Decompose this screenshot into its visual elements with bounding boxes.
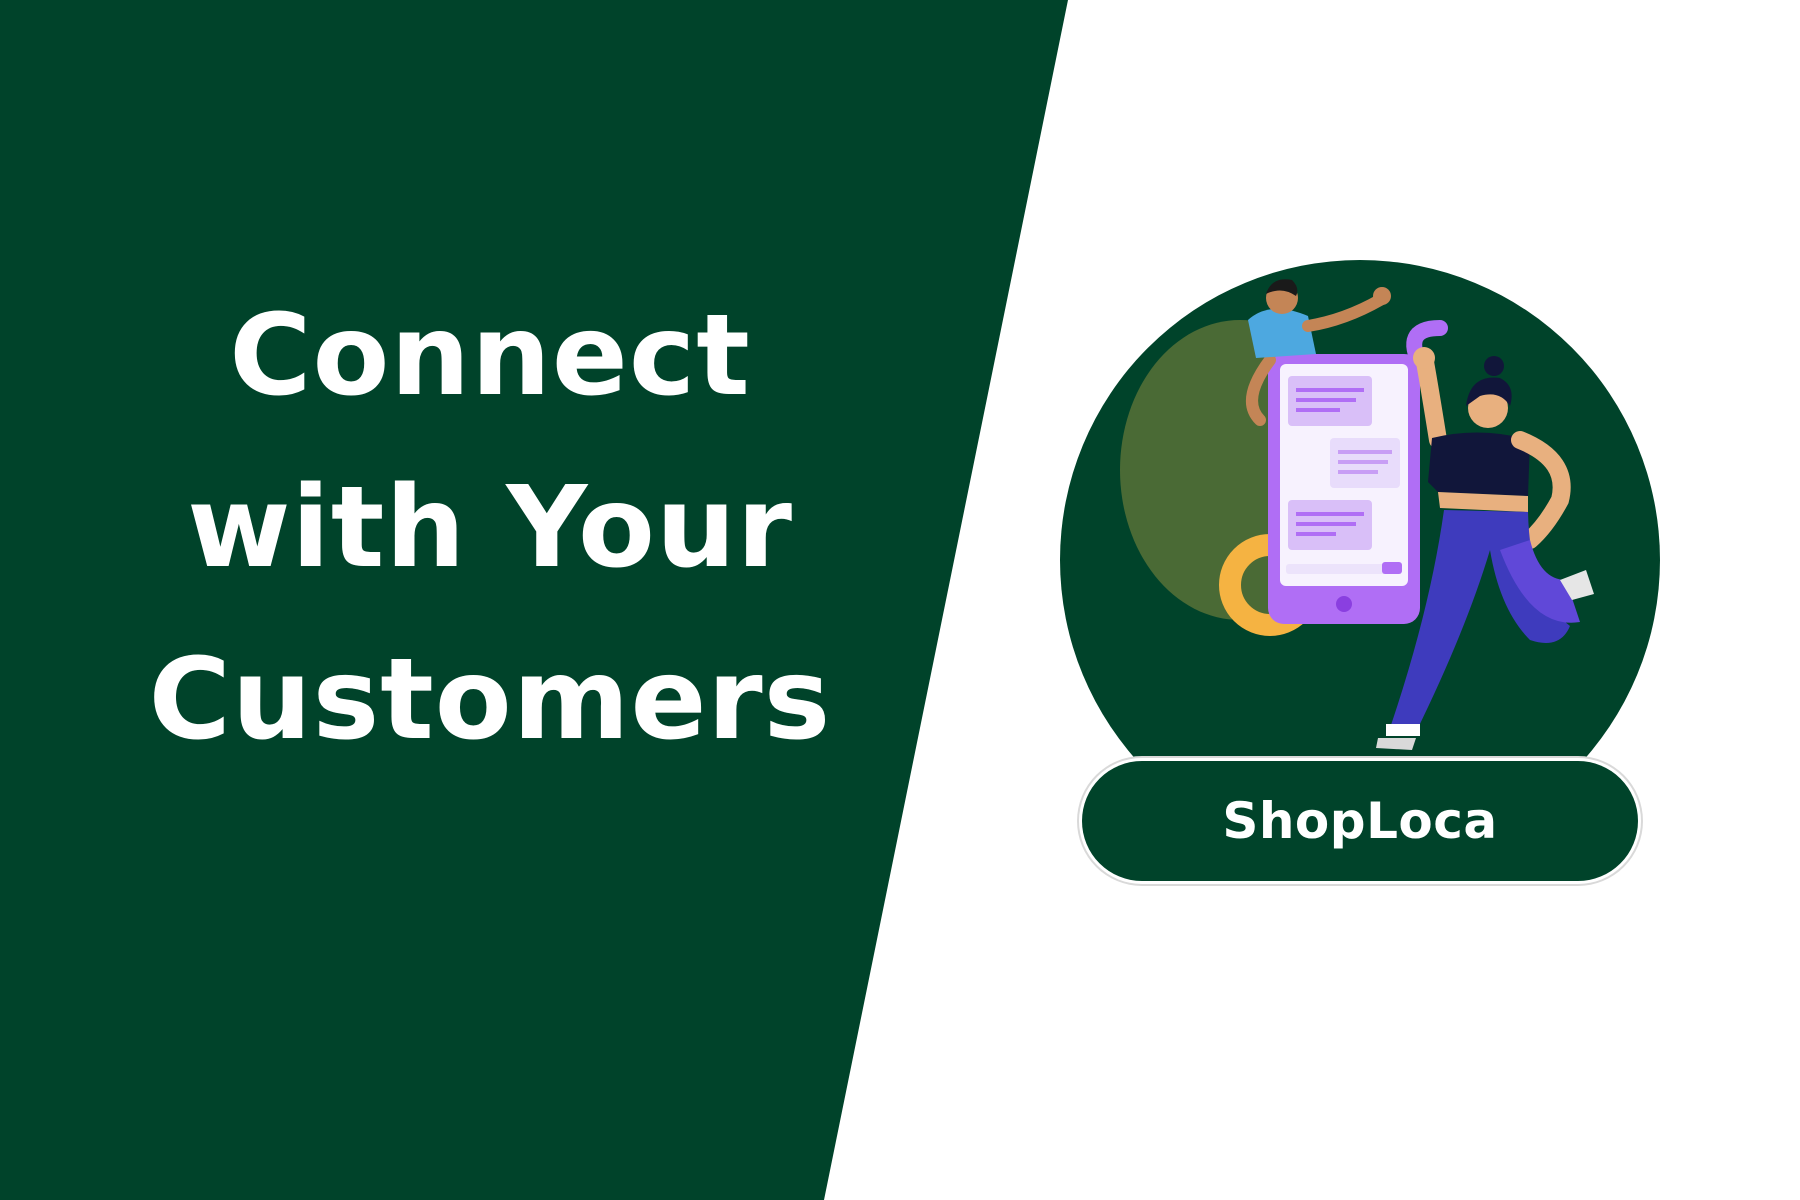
brand-name: ShopLoca	[1222, 792, 1498, 850]
headline-line-3: Customers	[148, 635, 832, 765]
brand-badge: ShopLoca	[1082, 761, 1638, 881]
headline: Connect with Your Customers	[60, 270, 920, 786]
headline-line-2: with Your	[187, 463, 793, 593]
headline-line-1: Connect	[229, 291, 751, 421]
smartphone-chat-icon	[1268, 354, 1420, 624]
